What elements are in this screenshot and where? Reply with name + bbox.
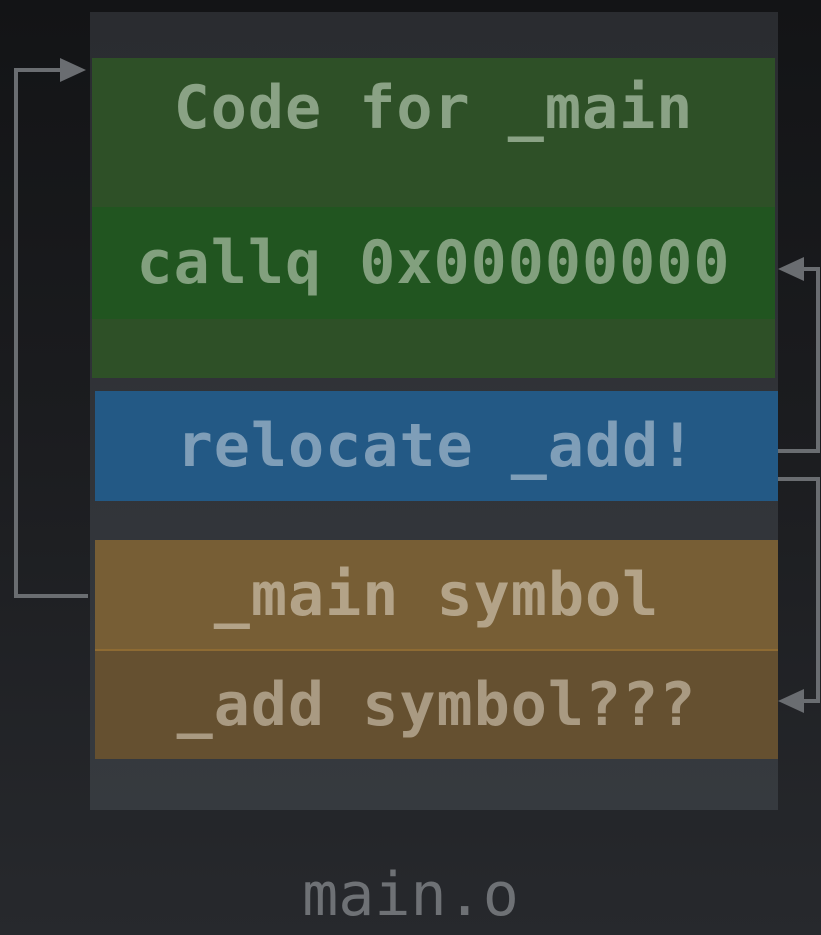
arrowhead-call bbox=[778, 257, 804, 281]
relocation-to-add-symbol-arrow bbox=[778, 477, 820, 703]
arrowhead-add-symbol bbox=[778, 689, 804, 713]
relocation-to-call-arrow bbox=[778, 267, 820, 453]
arrowhead-code bbox=[60, 58, 86, 82]
connector-arrows bbox=[14, 58, 820, 713]
main-symbol-to-code-arrow bbox=[14, 68, 88, 598]
